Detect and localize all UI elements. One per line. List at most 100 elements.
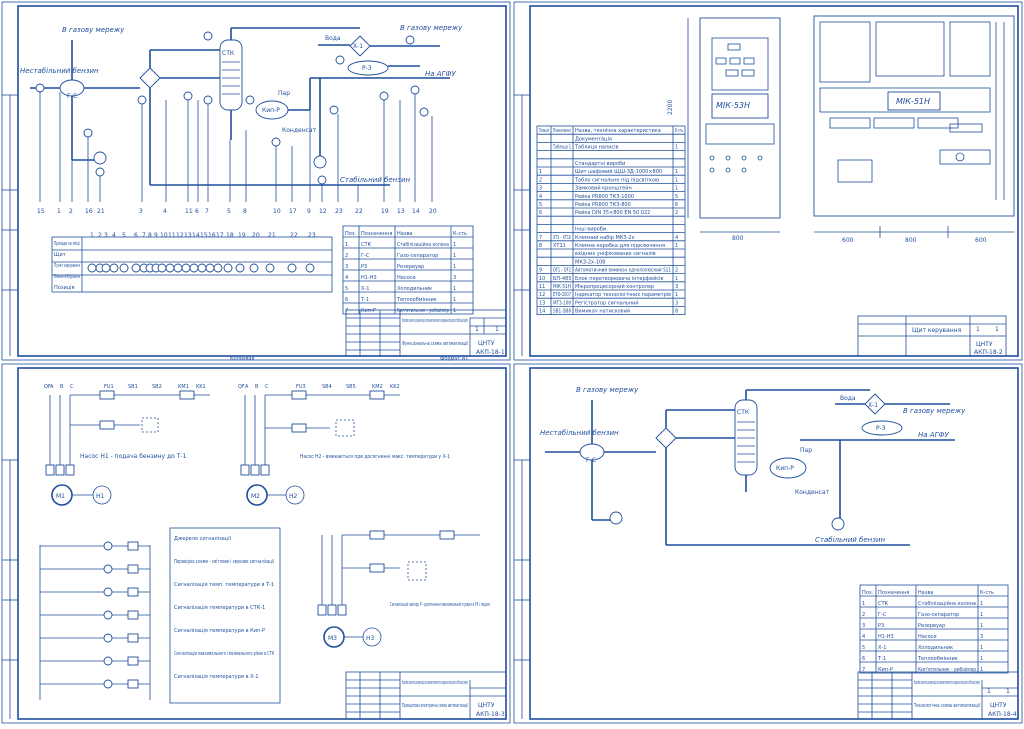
table-cell: Таблиця написів (574, 145, 619, 151)
kip-r-label: Кип-Р (262, 107, 280, 114)
circuit-label: SB1 (128, 384, 138, 390)
circuit-label: KM1 (178, 384, 189, 390)
sheet1-panel-headers: Прилади на місці Щит Пункт керування Вмикан… (54, 241, 80, 291)
table-cell: 1 (980, 623, 983, 629)
table-header: К-сть (980, 590, 994, 596)
s4-kip-r-label: Кип-Р (776, 465, 794, 472)
bottom-number: 3 (139, 208, 143, 215)
sheet3-signal-rows: Джерело сигналізації Перевірка схеми - св… (40, 536, 274, 689)
table-cell: Р3 (878, 623, 884, 629)
table-header: Позиція (539, 128, 549, 134)
bottom-number: 9 (307, 208, 311, 215)
sheet1-panel-numbers: 1 2 3 4 5 6 7 8 9 10 11 12 13 14 15 16 17 18 19 20 21 22 23 (87, 232, 316, 273)
s4-gs-label: Г-С (586, 457, 596, 464)
s4-hh-label: Х-1 (868, 402, 878, 409)
s4-to-gas-network-2-label: В газову мережу (903, 407, 966, 415)
table-cell: СТК (878, 601, 889, 607)
table-cell: Стандартні вироби (575, 161, 625, 167)
bottom-number: 11 (185, 208, 193, 215)
s4-unstable-gasoline-label: Нестабільний бензин (540, 429, 619, 437)
table-cell: 5 (539, 202, 542, 208)
stamp1-doc: Функціональна схема автоматизації (402, 341, 468, 347)
panel-number: 15 (200, 232, 208, 239)
circuit-label: B (255, 384, 259, 390)
table-cell: 2 (675, 268, 678, 274)
bottom-number: 7 (205, 208, 209, 215)
panel-height-dim: 2200 (667, 100, 674, 115)
circuit-label: A (245, 384, 249, 390)
table-header: Поз. (862, 590, 873, 596)
table-cell: Теплообмінник (396, 297, 437, 303)
table-cell: 5 (862, 645, 865, 651)
footer1-left: Копіював (230, 356, 254, 362)
table-cell: Клемна коробка для підключення (575, 243, 665, 249)
table-cell: МКЗ-2х-108 (575, 259, 605, 265)
panel-number: 6 (134, 232, 138, 239)
table-cell: 5 (675, 194, 678, 200)
signal-row-label: Сигналізація темп. температури в Т-1 (174, 582, 274, 588)
panel-instrument-symbol (165, 263, 175, 273)
panel-number: 3 (104, 232, 108, 239)
stamp2-sheets: 1 (995, 326, 999, 333)
table-cell: Резервуар (397, 264, 424, 270)
dim-right: 600 (975, 237, 987, 244)
table-cell: 10 (539, 276, 545, 282)
table-cell: 3 (453, 275, 456, 281)
stamp4-sheets: 1 (1006, 688, 1010, 695)
stamp4-doc: Технологічна схема автоматизації (913, 703, 980, 709)
panel-instrument-symbol (205, 263, 215, 273)
circuit-label: C (70, 384, 74, 390)
bottom-number: 13 (397, 208, 405, 215)
table-cell: 2 (539, 177, 542, 183)
table-cell: Холодильник (918, 645, 953, 651)
table-cell: ХТ1 - ХТ10 (553, 235, 571, 241)
panel-instrument-symbol (109, 263, 119, 273)
s4-to-agfu-label: На АГФУ (918, 431, 949, 439)
table-cell: БП-485 (553, 276, 572, 282)
stamp4-org: ЦНТУ (990, 702, 1007, 709)
panel-number: 16 (208, 232, 216, 239)
sheet2-panel-front (687, 17, 781, 233)
heat-exchanger-symbol (139, 67, 161, 89)
table-cell: Блок перетворювача інтерфейсів (575, 275, 663, 282)
bottom-number: 15 (37, 208, 45, 215)
sheet1-equipment-table: Поз. Позначення Назва К-сть 1 СТК Стабілізацій… (342, 225, 474, 315)
panel-instrument-symbol (213, 263, 223, 273)
table-cell: Табло сигнальне під підсвіткою (574, 177, 659, 183)
table-cell: Т-1 (360, 297, 369, 303)
stamp2-code: АКП-18-2 (974, 349, 1003, 356)
table-cell: Інші вироби (575, 227, 606, 233)
signal-row-label: Сигналізація температури в Х-1 (174, 674, 259, 680)
bottom-number: 4 (163, 208, 167, 215)
panel-instrument-symbol (119, 263, 129, 273)
table-cell: 3 (980, 634, 983, 640)
panel-number: 22 (290, 232, 298, 239)
panel-number: 11 (168, 232, 176, 239)
panel-number: 1 (90, 232, 94, 239)
signal-lamp-symbol (103, 656, 113, 666)
table-cell: 7 (345, 308, 348, 314)
table-cell: Таблиця 1 (552, 145, 571, 151)
signal-lamp-symbol (103, 610, 113, 620)
table-cell: 6 (345, 297, 348, 303)
bottom-number: 22 (355, 208, 363, 215)
re-label: Р-3 (362, 65, 372, 72)
table-cell: 9 (539, 268, 542, 274)
to-gas-network-2-label: В газову мережу (400, 24, 463, 32)
table-cell: Документація (575, 136, 612, 142)
signal-row-label: Сигналізація максимального і мінімальног… (174, 651, 274, 657)
panel-number: 21 (268, 232, 276, 239)
circuit-label: KK1 (196, 384, 206, 390)
circuit-label: A (50, 384, 54, 390)
table-cell: 6 (539, 210, 542, 216)
table-cell: Мікропроцесорний контролер (575, 283, 654, 290)
table-cell: 1 (675, 292, 678, 298)
table-cell: Рейка DIN 35×800 EN 50 022 (575, 209, 650, 216)
stamp2-org: ЦНТУ (976, 341, 993, 348)
table-header: Назва (918, 590, 934, 596)
sheet2-panel-open (813, 15, 1015, 238)
bottom-number: 8 (243, 208, 247, 215)
table-cell: 1 (453, 253, 456, 259)
circuit-label: SB4 (322, 384, 332, 390)
s4-stable-gasoline-label: Стабільний бензин (815, 536, 885, 544)
